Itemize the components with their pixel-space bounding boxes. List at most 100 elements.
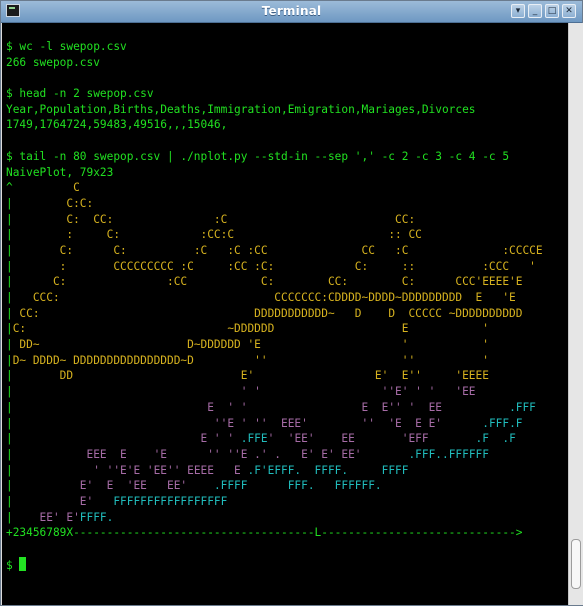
terminal-text: .FFF <box>509 400 536 414</box>
terminal-text: | <box>6 275 13 289</box>
terminal-line: | ''E ' '' EEE' '' 'E E E' .FFF.F <box>6 416 543 432</box>
terminal-text: | <box>6 212 13 226</box>
terminal-line: $ tail -n 80 swepop.csv | ./nplot.py --s… <box>6 149 543 165</box>
terminal-text: FFFFFFFFFFFFFFFFF <box>113 494 228 508</box>
terminal-line: 266 swepop.csv <box>6 55 543 71</box>
terminal-text: 266 swepop.csv <box>6 55 100 69</box>
terminal-line: Year,Population,Births,Deaths,Immigratio… <box>6 102 543 118</box>
terminal-text: C:C: <box>12 196 94 210</box>
terminal-line: | CCC: CCCCCCC:CDDDD~DDDD~DDDDDDDDD E 'E <box>6 290 543 306</box>
terminal-line: |D~ DDDD~ DDDDDDDDDDDDDDDD~D '' '' ' <box>6 353 543 369</box>
terminal-line: | E ' ' .FFE' 'EE' EE 'EFF .F .F <box>6 431 543 447</box>
terminal-text: | <box>6 243 13 257</box>
terminal-text: ^ <box>6 181 13 195</box>
terminal-text: | <box>6 400 13 414</box>
close-icon[interactable]: ✕ <box>562 4 576 18</box>
terminal-text: C: CC: :C CC: <box>12 212 416 226</box>
terminal-text: E ' ' <box>12 432 241 446</box>
vertical-scrollbar[interactable] <box>568 23 583 605</box>
terminal-text: | <box>6 385 13 399</box>
terminal-text: .FFFF FFF. FFFFFF. <box>213 479 382 493</box>
arrow-icon[interactable]: ▾ <box>511 4 525 18</box>
text-cursor <box>19 556 27 571</box>
terminal-text: C: :CC C: CC: C: CCC'EEEE'E <box>12 275 523 289</box>
terminal-text: .F .F <box>475 432 516 446</box>
terminal-line: | E' FFFFFFFFFFFFFFFFF <box>6 494 543 510</box>
terminal-text: | <box>6 228 13 242</box>
terminal-text: D~ DDDD~ DDDDDDDDDDDDDDDD~D '' '' ' <box>12 353 489 367</box>
terminal-text: Year,Population,Births,Deaths,Immigratio… <box>6 102 476 116</box>
terminal-text: CCC: CCCCCCC:CDDDD~DDDD~DDDDDDDDD E 'E <box>12 291 516 304</box>
terminal-text: C: C: :C :C :CC CC :C :CCCCE <box>12 243 543 257</box>
terminal-line: | C: C: :C :C :CC CC :C :CCCCE <box>6 243 543 259</box>
terminal-text: C <box>12 181 80 195</box>
terminal-line: +23456789X------------------------------… <box>6 525 543 541</box>
terminal-text: $ head -n 2 swepop.csv <box>6 87 154 101</box>
terminal-line: | C:C: <box>6 196 543 212</box>
terminal-line: | C: :CC C: CC: C: CCC'EEEE'E <box>6 274 543 290</box>
terminal-text: .FFF.F <box>482 416 523 430</box>
terminal-line: | ' ' ''E' ' ' 'EE <box>6 384 543 400</box>
terminal-text: $ tail -n 80 swepop.csv | ./nplot.py --s… <box>6 149 510 163</box>
terminal-text: | <box>6 322 13 336</box>
terminal-text: FFFF. <box>79 510 114 524</box>
window-title: Terminal <box>261 4 322 18</box>
terminal-text: | <box>6 306 13 320</box>
terminal-line: | DD E' E' E'' 'EEEE <box>6 368 543 384</box>
terminal-text: | <box>6 510 13 524</box>
terminal-line: | E ' ' E E'' ' EE .FFF <box>6 400 543 416</box>
terminal-output[interactable]: $ wc -l swepop.csv 266 swepop.csv $ head -… <box>2 23 568 605</box>
terminal-text: | <box>6 259 13 273</box>
terminal-text: .F'EFFF. FFFF. FFFF <box>247 463 409 477</box>
terminal-text: EE' E' <box>12 510 80 524</box>
terminal-line: | DD~ D~DDDDDD 'E ' ' <box>6 337 543 353</box>
scrollbar-thumb[interactable] <box>571 539 581 589</box>
terminal-text: DD E' E' E'' 'EEEE <box>12 369 489 383</box>
terminal-line: $ head -n 2 swepop.csv <box>6 86 543 102</box>
terminal-lines: $ wc -l swepop.csv 266 swepop.csv $ head -… <box>6 39 543 572</box>
terminal-text: ' ''E'E 'EE'' EEEE E <box>12 463 248 477</box>
maximize-icon[interactable]: □ <box>545 4 559 18</box>
terminal-window: Terminal ▾ _ □ ✕ $ wc -l swepop.csv 266 s… <box>0 0 583 606</box>
terminal-line: | : C: :CC:C :: CC <box>6 227 543 243</box>
terminal-text: ' 'EE' EE 'EFF <box>267 432 476 446</box>
terminal-text: CC: DDDDDDDDDDD~ D D CCCCC ~DDDDDDDDDD <box>12 306 523 320</box>
minimize-icon[interactable]: _ <box>528 4 542 18</box>
terminal-text: EEE E 'E '' ''E .' . E' E' EE' <box>12 447 409 461</box>
terminal-text: $ wc -l swepop.csv <box>6 40 127 53</box>
terminal-text: 1749,1764724,59483,49516,,,15046, <box>6 118 228 132</box>
terminal-text: | <box>6 432 13 446</box>
terminal-text: ' ' ''E' ' ' 'EE <box>12 385 476 399</box>
terminal-line: | ' ''E'E 'EE'' EEEE E .F'EFFF. FFFF. FF… <box>6 463 543 479</box>
terminal-line: $ wc -l swepop.csv <box>6 39 543 55</box>
terminal-line: | : CCCCCCCCC :C :CC :C: C: :: :CCC ' <box>6 259 543 275</box>
terminal-text: : CCCCCCCCC :C :CC :C: C: :: :CCC ' <box>12 259 536 273</box>
terminal-line: | EEE E 'E '' ''E .' . E' E' EE' .FFF..F… <box>6 447 543 463</box>
terminal-line: 1749,1764724,59483,49516,,,15046, <box>6 117 543 133</box>
terminal-text: | <box>6 338 13 352</box>
terminal-line: NaivePlot, 79x23 <box>6 165 543 181</box>
title-bar[interactable]: Terminal ▾ _ □ ✕ <box>1 1 582 23</box>
terminal-text: | <box>6 479 13 493</box>
terminal-text: | <box>6 416 13 430</box>
terminal-text: | <box>6 291 13 304</box>
terminal-text: | <box>6 353 13 367</box>
terminal-text: | <box>6 494 13 508</box>
terminal-text: : C: :CC:C :: CC <box>12 228 422 242</box>
terminal-text: C: ~DDDDDD E ' <box>12 322 489 336</box>
terminal-text: E ' ' E E'' ' EE <box>12 400 510 414</box>
terminal-text: +23456789X------------------------------… <box>6 526 530 540</box>
terminal-text: | <box>6 463 13 477</box>
terminal-text: NaivePlot, 79x23 <box>6 165 114 179</box>
terminal-text: | <box>6 447 13 461</box>
terminal-line: | E' E 'EE EE' .FFFF FFF. FFFFFF. <box>6 478 543 494</box>
terminal-text: | <box>6 369 13 383</box>
terminal-line: |C: ~DDDDDD E ' <box>6 321 543 337</box>
terminal-line: ^ C <box>6 180 543 196</box>
terminal-text: $ <box>6 558 20 572</box>
terminal-line: $ <box>6 556 543 573</box>
terminal-text: .FFF..FFFFFF <box>408 447 489 461</box>
